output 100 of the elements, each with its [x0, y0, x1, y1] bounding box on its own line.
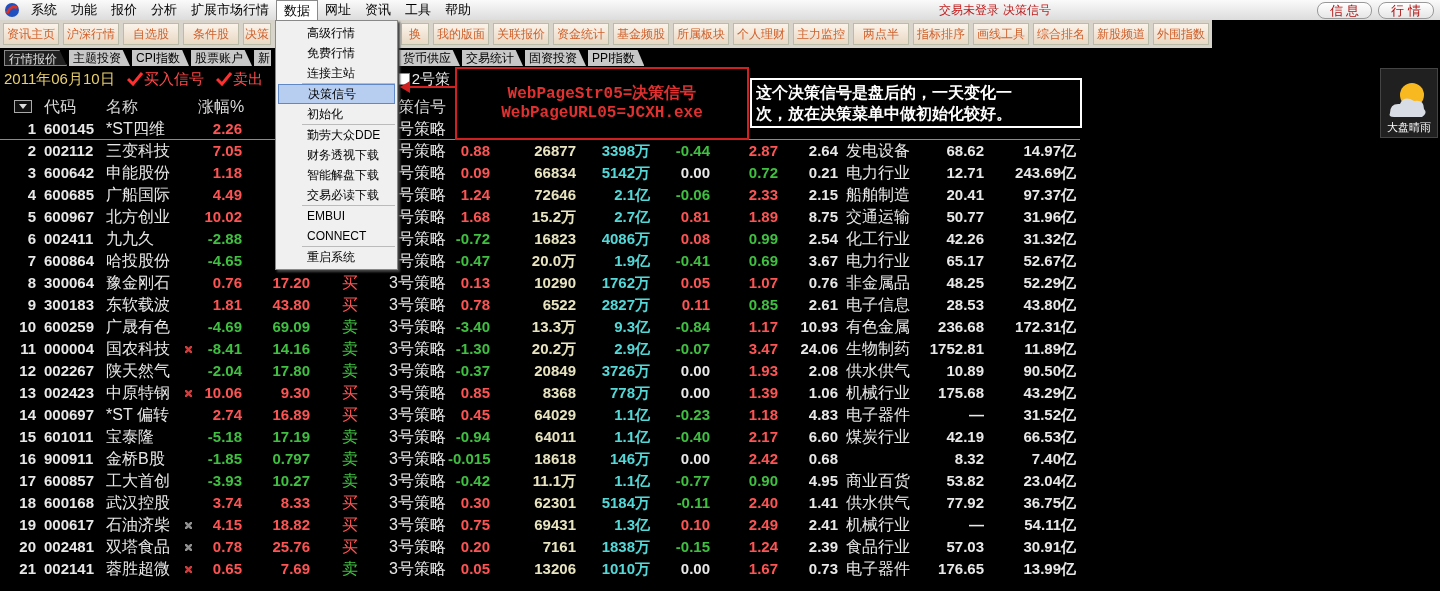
market-cap: 30.91亿: [1022, 537, 1077, 557]
volume: 64011: [534, 427, 577, 447]
market-cap: 66.53亿: [1022, 427, 1077, 447]
menu-item[interactable]: 扩展市场行情: [184, 0, 276, 20]
header-button[interactable]: 行 情: [1378, 1, 1434, 19]
menu-item[interactable]: 工具: [398, 0, 438, 20]
menu-option[interactable]: CONNECT: [278, 226, 395, 246]
market-cap: 23.04亿: [1022, 471, 1077, 491]
tab[interactable]: PPI指数: [588, 50, 645, 66]
menu-option[interactable]: 勤劳大众DDE: [278, 125, 395, 145]
volume: 13.3万: [530, 317, 577, 337]
market-cap: 13.99亿: [1022, 559, 1077, 579]
tab[interactable]: 货币供应: [399, 50, 460, 66]
turnover-value: 2.15: [807, 185, 839, 205]
stock-name: 蓉胜超微: [105, 559, 171, 579]
check-icon[interactable]: [126, 72, 143, 86]
tab[interactable]: 新: [254, 50, 271, 66]
menu-option[interactable]: 重启系统: [278, 247, 395, 267]
strategy-text: 号策略: [397, 141, 447, 161]
menu-item[interactable]: 帮助: [438, 0, 478, 20]
turnover-value: 4.95: [807, 471, 839, 491]
ratio-value: 2.40: [747, 493, 779, 513]
change-percent: 3.74: [211, 493, 243, 513]
stock-name: 哈投股份: [105, 251, 171, 271]
amount: 1.1亿: [613, 405, 651, 425]
menu-item[interactable]: 报价: [104, 0, 144, 20]
volume: 8368: [541, 383, 577, 403]
ratio-value: 1.18: [747, 405, 779, 425]
tab[interactable]: 交易统计: [462, 50, 523, 66]
stock-code: 002267: [43, 361, 96, 381]
menu-option[interactable]: 交易必读下载: [278, 185, 395, 205]
amount: 1.3亿: [613, 515, 651, 535]
strategy-text: 3号策略: [388, 383, 447, 403]
menu-item[interactable]: 网址: [318, 0, 358, 20]
tab[interactable]: CPI指数: [132, 50, 189, 66]
menu-option[interactable]: 连接主站: [278, 63, 395, 83]
ratio-value: 2.87: [747, 141, 779, 161]
change-value: 0.78: [459, 295, 491, 315]
turnover-value: 0.68: [807, 449, 839, 469]
sort-menu-icon[interactable]: [14, 100, 32, 113]
menu-option[interactable]: 初始化: [278, 104, 395, 124]
stock-code: 300064: [43, 273, 96, 293]
amount: 1.1亿: [613, 427, 651, 447]
menu-item[interactable]: 数据: [276, 0, 318, 20]
stock-name: 中原特钢: [105, 383, 171, 403]
market-cap: 97.37亿: [1022, 185, 1077, 205]
change-value: 0.30: [459, 493, 491, 513]
speed-value: -0.07: [674, 339, 711, 359]
menu-option[interactable]: 决策信号: [278, 84, 395, 104]
annotation-text: WebPageURL05=JCXH.exe: [501, 103, 703, 123]
signal-text: 卖: [341, 427, 359, 447]
menu-item[interactable]: 资讯: [358, 0, 398, 20]
menu-item[interactable]: 系统: [24, 0, 64, 20]
tab[interactable]: 固资投资: [525, 50, 586, 66]
tab[interactable]: 主题投资: [69, 50, 130, 66]
change-percent: 10.02: [203, 207, 243, 227]
market-cap: 7.40亿: [1030, 449, 1077, 469]
column-header: 涨幅%: [198, 98, 245, 115]
checkbox-label[interactable]: 2号策: [411, 67, 450, 91]
pe-value: 68.62: [945, 141, 985, 161]
row-number: 12: [18, 361, 37, 381]
turnover-value: 3.67: [807, 251, 839, 271]
pe-value: 8.32: [953, 449, 985, 469]
menu-option[interactable]: EMBUI: [278, 206, 395, 226]
menu-option[interactable]: 高级行情: [278, 23, 395, 43]
stock-code: 600642: [43, 163, 96, 183]
header-button[interactable]: 信 息: [1316, 1, 1373, 19]
stock-code: 600864: [43, 251, 96, 271]
stock-code: 600857: [43, 471, 96, 491]
signal-option-label[interactable]: 卖出: [232, 67, 263, 91]
menu-option[interactable]: 财务透视下载: [278, 145, 395, 165]
menu-item[interactable]: 功能: [64, 0, 104, 20]
check-icon[interactable]: [215, 72, 232, 86]
turnover-value: 24.06: [799, 339, 839, 359]
menu-item[interactable]: 分析: [144, 0, 184, 20]
market-cap: 31.52亿: [1022, 405, 1077, 425]
turnover-value: 6.60: [807, 427, 839, 447]
menu-option[interactable]: 智能解盘下载: [278, 165, 395, 185]
industry-text: 供水供气: [845, 493, 911, 513]
signal-text: 买: [341, 515, 359, 535]
ratio-value: 1.89: [747, 207, 779, 227]
pe-value: 50.77: [945, 207, 985, 227]
tab[interactable]: 股票账户: [191, 50, 252, 66]
tab[interactable]: 行情报价: [4, 50, 67, 66]
row-number: 4: [26, 185, 37, 205]
stock-code: 000697: [43, 405, 96, 425]
change-value: -0.015: [448, 449, 492, 469]
weather-widget[interactable]: 大盘晴雨: [1380, 68, 1438, 138]
price: 14.16: [271, 339, 311, 359]
signal-text: 卖: [341, 559, 359, 579]
industry-text: 非金属品: [845, 273, 911, 293]
signal-option-label[interactable]: 买入信号: [143, 67, 204, 91]
ratio-value: 0.90: [747, 471, 779, 491]
price: 17.80: [271, 361, 311, 381]
stock-name: 三变科技: [105, 141, 171, 161]
volume: 11.1万: [531, 471, 577, 491]
industry-text: 供水供气: [845, 361, 911, 381]
change-percent: -3.93: [206, 471, 243, 491]
menu-option[interactable]: 免费行情: [278, 43, 395, 63]
row-number: 21: [18, 559, 37, 579]
